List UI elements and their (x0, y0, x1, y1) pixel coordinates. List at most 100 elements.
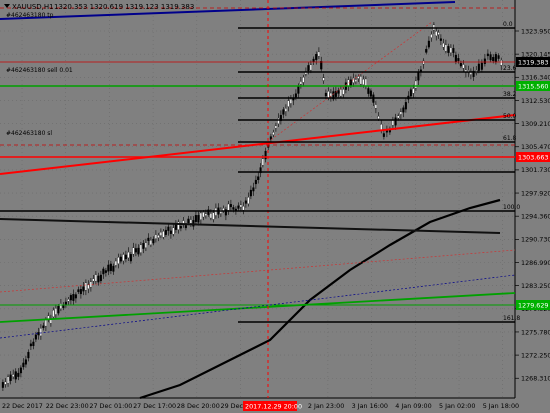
candle-bear (1, 382, 4, 388)
candle-bull (317, 51, 320, 57)
candle-bull (362, 78, 365, 85)
candle-bear (99, 274, 102, 282)
candle-bull (422, 60, 425, 65)
candle-bear (69, 295, 72, 301)
candle-bear (79, 289, 82, 295)
candle-bull (139, 244, 142, 253)
time-tick-label: 4 Jan 09:00 (395, 402, 431, 410)
candle-bear (324, 92, 327, 97)
candle-bull (302, 77, 305, 83)
candle-bull (242, 206, 245, 211)
candle-bull (352, 78, 355, 83)
candle-bear (382, 133, 385, 137)
candle-bear (492, 57, 495, 62)
candle-bull (122, 254, 125, 261)
candle-bear (402, 107, 405, 113)
candle-bull (172, 227, 175, 235)
candle-bull (342, 89, 345, 95)
red-level-tag: 1303.663 (518, 153, 549, 161)
candle-bear (137, 247, 140, 255)
fib-level-label: 100.0 (503, 204, 520, 211)
price-tick-label: 1275.780 (521, 328, 550, 336)
candle-bear (480, 62, 483, 70)
candle-bear (452, 48, 455, 53)
fib-level-label: 38.2 (503, 91, 517, 98)
candle-bear (124, 254, 127, 260)
candle-bull (289, 98, 292, 104)
candle-bear (179, 226, 182, 229)
fib-level-label: 161.8 (503, 315, 520, 322)
candle-bear (320, 61, 323, 70)
candle-bear (34, 334, 37, 340)
candle-bear (282, 109, 285, 115)
candle-bear (29, 343, 32, 347)
candle-bear (486, 53, 489, 57)
candle-bear (134, 248, 137, 253)
candle-bull (364, 78, 367, 86)
candle-bull (6, 376, 10, 384)
candle-bull (437, 32, 440, 35)
candle-bull (59, 303, 62, 309)
candle-bull (399, 111, 402, 115)
order-sl-label: #462463180 sl (6, 130, 52, 137)
time-tick-label: 3 Jan 16:00 (352, 402, 388, 410)
candle-bear (404, 102, 407, 110)
time-tick-label: 2 Jan 23:00 (308, 402, 344, 410)
order-sell-label: #462463180 sell 0.01 (6, 67, 73, 74)
candle-bear (477, 63, 480, 71)
price-tick-label: 1323.950 (521, 27, 550, 35)
candle-bull (287, 100, 290, 107)
candle-bear (315, 54, 318, 60)
candle-bull (202, 212, 205, 218)
candle-bear (237, 205, 240, 209)
candle-bear (229, 204, 232, 208)
fib-level-label: 0.0 (503, 21, 513, 28)
candle-bull (339, 89, 342, 97)
candle-bear (257, 176, 260, 181)
candle-bull (189, 219, 192, 224)
candle-bull (412, 88, 415, 94)
candle-bear (147, 237, 150, 241)
candle-bear (459, 63, 462, 67)
candle-bull (442, 42, 445, 48)
candle-bear (425, 48, 428, 53)
candle-bear (167, 226, 170, 231)
candle-bear (427, 40, 430, 48)
candle-bull (272, 132, 275, 136)
candle-bear (232, 207, 235, 210)
candle-bear (187, 218, 190, 224)
price-tick-label: 1268.310 (521, 375, 550, 383)
price-chart[interactable]: 0.023.638.250.061.8100.0161.8 XAUUSD,H1 … (0, 0, 550, 413)
candle-bull (309, 64, 312, 71)
candle-bear (14, 371, 17, 380)
candle-bear (447, 46, 450, 53)
candle-bull (89, 281, 92, 288)
candle-bull (4, 381, 7, 385)
fib-level-label: 50.0 (503, 113, 517, 120)
candle-bull (327, 91, 330, 98)
candle-bear (294, 93, 297, 98)
time-tick-label: 28 Dec 20:00 (177, 402, 220, 410)
candle-bear (497, 55, 500, 59)
ohlc-readout: 1320.353 1320.619 1319.123 1319.383 (54, 3, 194, 11)
candle-bear (483, 58, 486, 64)
candle-bear (37, 332, 40, 336)
candle-bear (192, 220, 195, 227)
candle-bull (397, 115, 400, 119)
green-level-tag: 1315.560 (518, 82, 549, 90)
candle-bear (27, 351, 30, 359)
candle-bull (92, 278, 95, 282)
candle-bull (149, 240, 152, 246)
candle-bear (152, 238, 155, 244)
candle-bear (17, 372, 20, 377)
candle-bear (388, 129, 391, 133)
candle-bull (44, 319, 47, 327)
candle-bear (109, 263, 112, 272)
candle-bear (129, 254, 132, 262)
candle-bear (32, 341, 35, 347)
chart-window[interactable]: 0.0 23.6 38.2 50.0 61.8 100.0 161.8 XAUUSD,H1 … (0, 0, 550, 413)
current-price-tag: 1319.383 (518, 58, 549, 66)
plot-area[interactable] (0, 0, 515, 398)
price-tick-label: 1297.920 (521, 189, 550, 197)
candle-bear (252, 187, 255, 192)
